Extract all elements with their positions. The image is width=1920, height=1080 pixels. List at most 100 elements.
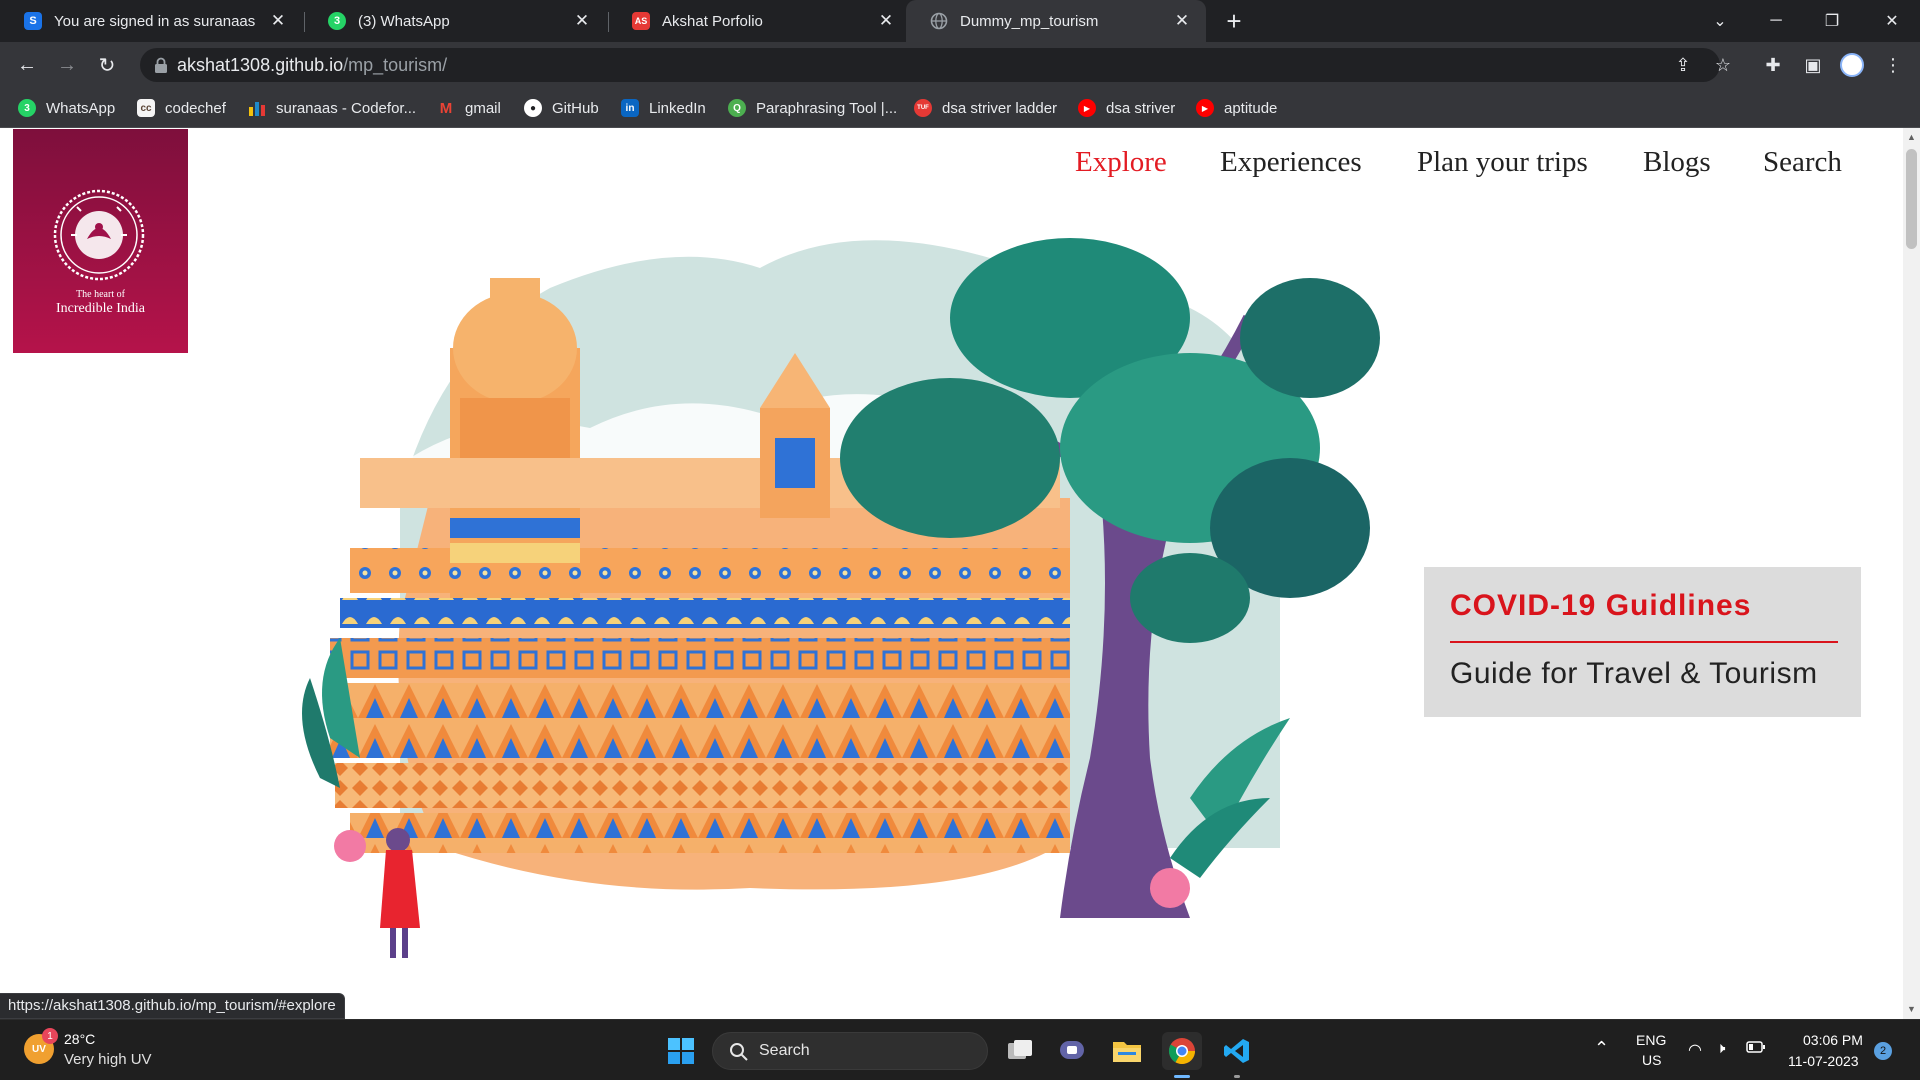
forward-button[interactable]: → xyxy=(52,50,82,80)
search-icon xyxy=(730,1043,748,1061)
bookmark-label: WhatsApp xyxy=(46,99,116,117)
covid-guidelines-card[interactable]: COVID-19 Guidlines Guide for Travel & To… xyxy=(1424,567,1861,717)
clock-date[interactable]: 11-07-2023 xyxy=(1788,1053,1859,1069)
tab-search-dropdown-icon[interactable]: ⌄ xyxy=(1692,0,1748,42)
close-tab-icon[interactable]: ✕ xyxy=(268,11,288,31)
weather-temperature[interactable]: 28°C xyxy=(64,1031,95,1047)
scrollbar-thumb[interactable] xyxy=(1906,149,1917,249)
url-text: akshat1308.github.io/mp_tourism/ xyxy=(177,55,447,76)
scroll-down-arrow-icon[interactable]: ▼ xyxy=(1906,1004,1917,1016)
bookmark-star-icon[interactable]: ☆ xyxy=(1710,52,1736,78)
bookmark-linkedin[interactable]: in LinkedIn xyxy=(621,97,706,119)
bookmark-label: codechef xyxy=(165,99,226,117)
bookmark-label: GitHub xyxy=(552,99,599,117)
restore-button[interactable]: ❐ xyxy=(1804,0,1860,42)
nav-explore[interactable]: Explore xyxy=(1075,146,1167,179)
browser-menu-icon[interactable]: ⋮ xyxy=(1880,52,1906,78)
nav-blogs[interactable]: Blogs xyxy=(1643,146,1711,179)
show-hidden-icons-button[interactable]: ⌃ xyxy=(1594,1038,1609,1059)
extensions-puzzle-icon[interactable]: ✚ xyxy=(1760,52,1786,78)
battery-icon[interactable] xyxy=(1746,1040,1766,1057)
bookmarks-bar: 3 WhatsApp cc codechef suranaas - Codefor.… xyxy=(0,88,1920,128)
scroll-up-arrow-icon[interactable]: ▲ xyxy=(1906,132,1917,144)
bookmark-github[interactable]: ● GitHub xyxy=(524,97,599,119)
close-tab-icon[interactable]: ✕ xyxy=(876,11,896,31)
close-tab-icon[interactable]: ✕ xyxy=(1172,11,1192,31)
covid-card-title: COVID-19 Guidlines xyxy=(1450,589,1752,622)
profile-avatar[interactable] xyxy=(1840,53,1864,77)
vscode-icon[interactable] xyxy=(1217,1032,1257,1070)
logo-tagline-2: Incredible India xyxy=(55,301,145,316)
codechef-icon: cc xyxy=(137,99,155,117)
close-window-button[interactable]: ✕ xyxy=(1864,0,1920,42)
bookmark-dsa-striver[interactable]: ▶ dsa striver xyxy=(1078,97,1175,119)
taskbar-search[interactable]: Search xyxy=(712,1032,988,1070)
share-icon[interactable]: ⇪ xyxy=(1670,52,1696,78)
bookmark-label: gmail xyxy=(465,99,501,117)
minimize-button[interactable]: ─ xyxy=(1748,0,1804,42)
bookmark-aptitude[interactable]: ▶ aptitude xyxy=(1196,97,1277,119)
browser-tab-active[interactable]: Dummy_mp_tourism ✕ xyxy=(906,0,1206,42)
chrome-icon[interactable] xyxy=(1162,1032,1202,1070)
globe-icon xyxy=(930,12,948,30)
windows-logo-icon xyxy=(668,1038,694,1064)
chrome-running-indicator xyxy=(1174,1075,1190,1078)
browser-tab-1[interactable]: S You are signed in as suranaas ✕ xyxy=(0,0,302,42)
covid-card-divider xyxy=(1450,641,1838,643)
covid-card-subtitle: Guide for Travel & Tourism xyxy=(1450,657,1818,690)
codeforces-icon xyxy=(248,99,266,117)
notification-badge[interactable]: 2 xyxy=(1874,1042,1892,1060)
weather-description[interactable]: Very high UV xyxy=(64,1051,152,1068)
link-hover-status: https://akshat1308.github.io/mp_tourism/… xyxy=(0,993,345,1019)
madhya-pradesh-emblem-icon xyxy=(53,189,145,281)
nav-search[interactable]: Search xyxy=(1763,146,1842,179)
nav-experiences[interactable]: Experiences xyxy=(1220,146,1362,179)
reload-button[interactable]: ↻ xyxy=(92,50,122,80)
bookmark-label: Paraphrasing Tool |... xyxy=(756,99,898,117)
page-viewport: The heart of Incredible India Explore Ex… xyxy=(0,128,1920,1019)
weather-badge: 1 xyxy=(42,1028,58,1044)
browser-tab-2[interactable]: 3 (3) WhatsApp ✕ xyxy=(304,0,606,42)
browser-tab-3[interactable]: AS Akshat Porfolio ✕ xyxy=(608,0,910,42)
close-tab-icon[interactable]: ✕ xyxy=(572,11,592,31)
new-tab-button[interactable]: + xyxy=(1220,8,1248,36)
windows-taskbar: UV 1 28°C Very high UV Search ⌃ ENG US ◠… xyxy=(0,1019,1920,1080)
bookmark-label: dsa striver ladder xyxy=(942,99,1058,117)
tab-title: Dummy_mp_tourism xyxy=(960,12,1099,30)
input-language-line1[interactable]: ENG xyxy=(1636,1032,1666,1048)
bookmark-label: dsa striver xyxy=(1106,99,1176,117)
clock-time[interactable]: 03:06 PM xyxy=(1803,1032,1863,1048)
tab-title: You are signed in as suranaas xyxy=(54,12,256,30)
wifi-icon[interactable]: ◠ xyxy=(1688,1040,1702,1060)
tuf-icon: TUF xyxy=(914,99,932,117)
tab-title: (3) WhatsApp xyxy=(358,12,450,30)
signin-favicon-icon: S xyxy=(24,12,42,30)
quillbot-icon: Q xyxy=(728,99,746,117)
address-bar[interactable]: akshat1308.github.io/mp_tourism/ xyxy=(140,48,1720,82)
speaker-muted-icon[interactable]: 🕨 xyxy=(1716,1040,1725,1057)
nav-plan-your-trips[interactable]: Plan your trips xyxy=(1417,146,1588,179)
back-button[interactable]: ← xyxy=(12,50,42,80)
browser-toolbar: ← → ↻ akshat1308.github.io/mp_tourism/ ⇪… xyxy=(0,42,1920,88)
teams-chat-icon[interactable] xyxy=(1052,1032,1092,1070)
input-language-line2[interactable]: US xyxy=(1642,1052,1661,1068)
tab-title: Akshat Porfolio xyxy=(662,12,763,30)
start-button[interactable] xyxy=(661,1032,701,1070)
bookmark-whatsapp[interactable]: 3 WhatsApp xyxy=(18,97,115,119)
side-panel-icon[interactable]: ▣ xyxy=(1800,52,1826,78)
youtube-icon: ▶ xyxy=(1078,99,1096,117)
bookmark-codeforces[interactable]: suranaas - Codefor... xyxy=(248,97,416,119)
task-view-icon[interactable] xyxy=(1000,1032,1040,1070)
bookmark-dsa-striver-ladder[interactable]: TUF dsa striver ladder xyxy=(914,97,1057,119)
logo-tagline-1: The heart of xyxy=(76,289,125,300)
gmail-icon: M xyxy=(439,99,453,117)
file-explorer-icon[interactable] xyxy=(1107,1032,1147,1070)
page-scrollbar[interactable]: ▲ ▼ xyxy=(1903,128,1920,1019)
bookmark-label: LinkedIn xyxy=(649,99,706,117)
bookmark-codechef[interactable]: cc codechef xyxy=(137,97,226,119)
hero-fort-illustration xyxy=(302,238,1380,958)
bookmark-gmail[interactable]: Mgmail xyxy=(437,97,501,119)
linkedin-icon: in xyxy=(621,99,639,117)
mp-tourism-logo[interactable]: The heart of Incredible India xyxy=(13,129,188,353)
bookmark-paraphrasing[interactable]: Q Paraphrasing Tool |... xyxy=(728,97,897,119)
